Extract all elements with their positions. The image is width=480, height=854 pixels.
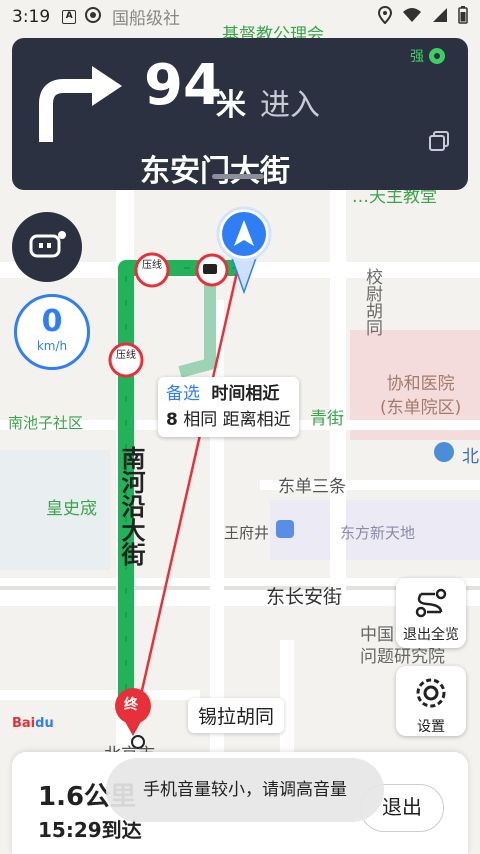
road-dongdan: 东单三条 xyxy=(278,477,346,497)
baidu-logo: Baidu xyxy=(12,716,54,731)
status-time: 3:19 xyxy=(12,7,51,27)
right-turn-arrow-icon xyxy=(36,62,126,150)
next-street: 东安门大街 xyxy=(140,154,290,189)
robot-icon xyxy=(27,230,67,264)
gps-strength: 强 xyxy=(410,46,446,66)
route-overview-icon xyxy=(396,588,466,622)
drag-handle[interactable] xyxy=(212,174,264,179)
road-qing: 青街 xyxy=(310,409,344,429)
exit-overview-button[interactable]: 退出全览 xyxy=(396,578,466,648)
navigation-card[interactable]: 94 米 进入 东安门大街 强 xyxy=(12,38,468,190)
speed-indicator: 0 km/h xyxy=(14,294,90,370)
poi-wangfujing[interactable]: 王府井 xyxy=(224,522,269,543)
distance-unit: 米 xyxy=(216,88,246,123)
location-icon xyxy=(377,5,393,29)
signal-icon xyxy=(432,7,448,28)
road-nanheyan: 南河沿大街 xyxy=(117,446,145,566)
volume-toast: 手机音量较小，请调高音量 xyxy=(106,758,384,822)
lane-label: 压线 xyxy=(142,258,162,271)
status-bar: 3:19 A xyxy=(0,0,480,34)
app-icon xyxy=(84,6,102,29)
distance-action: 进入 xyxy=(260,88,320,123)
notification-a-icon: A xyxy=(62,10,77,24)
end-label: 终 xyxy=(124,697,138,713)
battery-icon xyxy=(458,5,468,29)
voice-assistant-button[interactable] xyxy=(12,212,82,282)
speed-unit: km/h xyxy=(36,339,68,353)
gps-strength-label: 强 xyxy=(410,49,424,65)
alt-route-same: 相同 xyxy=(183,410,218,430)
poi-dongfang[interactable]: 东方新天地 xyxy=(340,522,415,543)
gear-icon xyxy=(396,676,466,714)
lane-label-2: 压线 xyxy=(116,348,136,361)
settings-label: 设置 xyxy=(417,719,445,735)
alt-route-distance: 距离相近 xyxy=(222,410,291,430)
poi-nanchizi[interactable]: 南池子社区 xyxy=(8,412,83,433)
distance-value: 94 xyxy=(144,53,222,118)
alt-route-label: 时间相近 xyxy=(211,384,280,404)
wifi-icon xyxy=(402,7,422,28)
speed-value: 0 xyxy=(41,304,63,339)
exit-overview-label: 退出全览 xyxy=(403,627,459,643)
poi-north-edge: 北 xyxy=(462,447,479,467)
copy-icon[interactable] xyxy=(428,130,450,156)
road-xiaowei: 校尉胡同 xyxy=(362,268,382,336)
settings-button[interactable]: 设置 xyxy=(396,666,466,736)
camera-marker xyxy=(195,253,229,287)
street-name-tag: 锡拉胡同 xyxy=(188,698,285,733)
road-changan: 东长安街 xyxy=(266,586,343,608)
alt-route-tag[interactable]: 备选 时间相近 8 相同 距离相近 xyxy=(158,377,299,437)
traffic-light-icon: 8 xyxy=(166,410,178,430)
poi-hospital[interactable]: 协和医院 (东单院区) xyxy=(380,372,461,420)
alt-route-badge: 备选 xyxy=(166,384,200,404)
gps-signal-icon xyxy=(429,48,445,64)
poi-huangshicheng[interactable]: 皇史宬 xyxy=(46,494,97,519)
